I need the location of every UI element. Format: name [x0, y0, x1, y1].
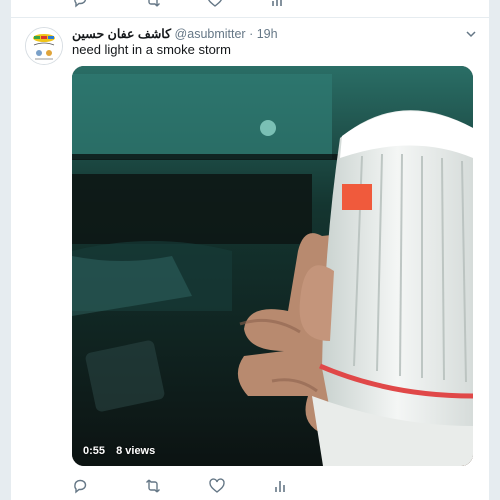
- separator: ·: [249, 27, 254, 41]
- video-meta: 0:55 8 views: [83, 445, 155, 457]
- analytics-icon[interactable]: [269, 0, 285, 8]
- timestamp[interactable]: 19h: [257, 27, 278, 41]
- heart-icon[interactable]: [209, 478, 225, 494]
- previous-tweet-actions: [11, 0, 489, 8]
- video-views: 8 views: [116, 445, 156, 457]
- chevron-down-icon[interactable]: [465, 28, 477, 40]
- retweet-icon[interactable]: [145, 478, 161, 494]
- video-frame: [72, 66, 473, 466]
- tweet[interactable]: كاشف عفان حسين @asubmitter · 19h need li…: [11, 18, 489, 500]
- avatar[interactable]: [25, 27, 63, 65]
- retweet-icon[interactable]: [145, 0, 161, 8]
- analytics-icon[interactable]: [272, 478, 288, 494]
- display-name[interactable]: كاشف عفان حسين: [72, 27, 171, 41]
- tweet-header: كاشف عفان حسين @asubmitter · 19h: [72, 26, 278, 42]
- tweet-text: need light in a smoke storm: [72, 42, 231, 57]
- reply-icon[interactable]: [72, 0, 88, 8]
- video-player[interactable]: 0:55 8 views: [72, 66, 473, 466]
- tweet-actions: [72, 478, 372, 494]
- timeline-panel: كاشف عفان حسين @asubmitter · 19h need li…: [10, 0, 490, 500]
- heart-icon[interactable]: [207, 0, 223, 8]
- reply-icon[interactable]: [72, 478, 88, 494]
- video-duration: 0:55: [83, 445, 106, 457]
- handle[interactable]: @asubmitter: [175, 27, 246, 41]
